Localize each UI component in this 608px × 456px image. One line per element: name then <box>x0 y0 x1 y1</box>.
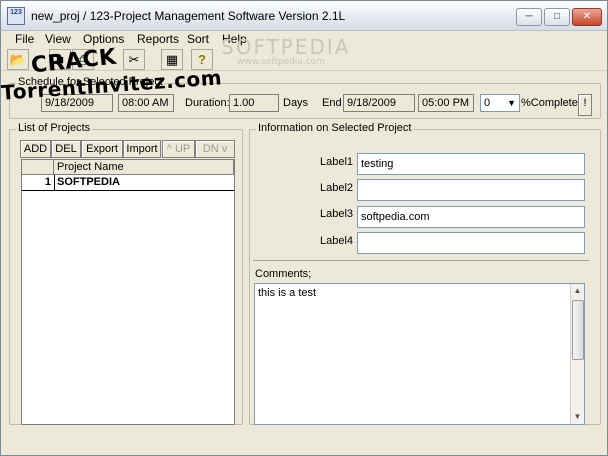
scroll-thumb[interactable] <box>572 300 584 360</box>
complete-select[interactable]: 0 ▼ <box>480 94 520 112</box>
help-icon: ? <box>198 52 206 67</box>
menu-file[interactable]: File <box>15 31 34 47</box>
info-legend: Information on Selected Project <box>256 122 414 134</box>
watermark-url: www.softpedia.com <box>237 57 325 67</box>
close-icon: ✕ <box>582 11 592 22</box>
app-icon-label: 123 <box>10 9 22 16</box>
menu-sort[interactable]: Sort <box>187 31 209 47</box>
label3-input[interactable]: softpedia.com <box>357 206 585 228</box>
comments-label: Comments; <box>255 268 312 280</box>
duration-label: Duration: <box>185 97 230 109</box>
chevron-down-icon: ▼ <box>507 98 516 108</box>
close-button[interactable]: ✕ <box>572 8 602 26</box>
row-number-header <box>22 160 54 175</box>
window-title: new_proj / 123-Project Management Softwa… <box>31 9 346 23</box>
comments-textarea[interactable]: this is a test ▲ ▼ <box>254 283 585 425</box>
calendar-button[interactable]: ▦ <box>161 49 183 70</box>
app-icon[interactable]: 123 <box>7 7 25 25</box>
label4-label: Label4 <box>320 235 354 247</box>
row-number: 1 <box>44 176 51 188</box>
cut-button[interactable]: ✂ <box>123 49 145 70</box>
table-row[interactable]: 1 SOFTPEDIA <box>22 175 234 191</box>
end-date-field[interactable]: 9/18/2009 <box>343 94 415 112</box>
add-button[interactable]: ADD <box>20 140 51 158</box>
app-window: 123 new_proj / 123-Project Management So… <box>0 0 608 456</box>
scroll-up-icon[interactable]: ▲ <box>571 284 584 298</box>
comments-text: this is a test <box>258 287 317 299</box>
label2-input[interactable] <box>357 179 585 201</box>
complete-value: 0 <box>484 97 491 109</box>
import-button[interactable]: Import <box>123 140 161 158</box>
label2-label: Label2 <box>320 182 354 194</box>
project-name-cell[interactable]: SOFTPEDIA <box>54 175 234 190</box>
scroll-down-icon[interactable]: ▼ <box>571 410 584 424</box>
open-button[interactable]: 📂 <box>7 49 29 70</box>
folder-open-icon: 📂 <box>9 52 27 67</box>
complete-label: %Complete <box>521 97 578 109</box>
menu-reports[interactable]: Reports <box>137 31 179 47</box>
watermark-brand: SOFTPEDIA <box>221 35 351 59</box>
duration-field[interactable]: 1.00 <box>229 94 279 112</box>
cut-icon: ✂ <box>128 52 140 67</box>
calendar-icon: ▦ <box>165 52 179 67</box>
start-time-field[interactable]: 08:00 AM <box>118 94 174 112</box>
label4-input[interactable] <box>357 232 585 254</box>
menu-view[interactable]: View <box>45 31 71 47</box>
move-down-button[interactable]: DN v <box>195 140 235 158</box>
project-name-header[interactable]: Project Name <box>54 160 234 175</box>
divider <box>253 260 589 261</box>
comments-scrollbar[interactable]: ▲ ▼ <box>570 284 584 424</box>
maximize-icon: □ <box>553 11 561 22</box>
days-label: Days <box>283 97 309 109</box>
delete-button[interactable]: DEL <box>51 140 81 158</box>
label1-input[interactable]: testing <box>357 153 585 175</box>
label1-label: Label1 <box>320 156 354 168</box>
export-button[interactable]: Export <box>81 140 123 158</box>
minimize-icon: ─ <box>525 11 533 22</box>
title-bar[interactable]: 123 new_proj / 123-Project Management So… <box>1 1 607 31</box>
label3-label: Label3 <box>320 208 354 220</box>
maximize-button[interactable]: □ <box>544 8 570 26</box>
end-time-field[interactable]: 05:00 PM <box>418 94 474 112</box>
end-label: End <box>322 97 342 109</box>
minimize-button[interactable]: ─ <box>516 8 542 26</box>
flag-button[interactable]: ! <box>578 94 592 116</box>
projects-grid[interactable]: Project Name 1 SOFTPEDIA <box>21 159 235 425</box>
move-up-button[interactable]: ^ UP <box>162 140 195 158</box>
projects-legend: List of Projects <box>16 122 93 134</box>
menu-options[interactable]: Options <box>83 31 124 47</box>
